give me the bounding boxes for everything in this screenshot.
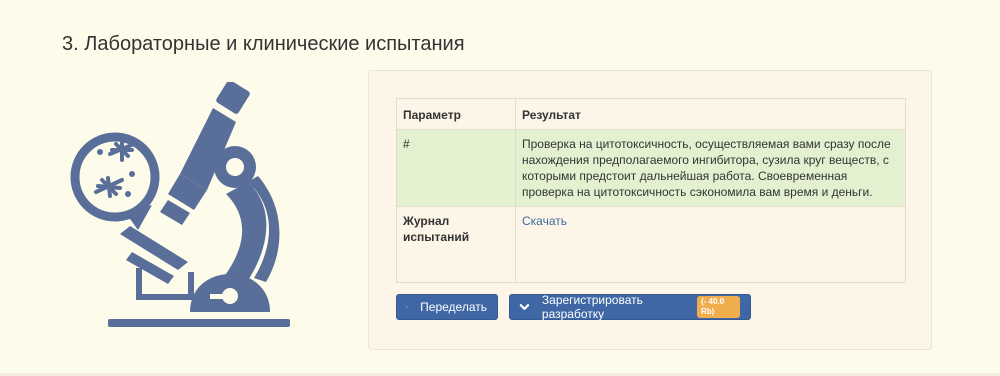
results-panel: Параметр Результат # Проверка на цитоток… — [368, 70, 932, 350]
result-text-cell: Проверка на цитотоксичность, осуществляе… — [515, 129, 906, 207]
table-header-row: Параметр Результат — [396, 98, 906, 130]
results-table: Параметр Результат # Проверка на цитоток… — [396, 98, 906, 283]
microscope-illustration — [70, 80, 300, 337]
chevron-down-icon — [519, 304, 530, 310]
result-param-cell: # — [396, 129, 516, 207]
chevron-up-icon — [406, 306, 409, 308]
journal-link-cell: Скачать — [515, 206, 906, 283]
microscope-icon — [70, 80, 290, 327]
section-title: 3. Лабораторные и клинические испытания — [62, 33, 465, 55]
table-row-result: # Проверка на цитотоксичность, осуществл… — [396, 129, 906, 207]
register-development-button[interactable]: Зарегистрировать разработку (- 40.0 Rb) — [509, 293, 751, 321]
redo-button[interactable]: Переделать — [396, 294, 498, 320]
table-row-journal: Журнал испытаний Скачать — [396, 206, 906, 283]
register-button-label: Зарегистрировать разработку — [541, 293, 643, 321]
redo-button-label: Переделать — [420, 300, 487, 314]
cost-badge: (- 40.0 Rb) — [696, 296, 741, 318]
journal-label-cell: Журнал испытаний — [396, 206, 516, 283]
column-header-result: Результат — [515, 98, 906, 130]
download-link[interactable]: Скачать — [522, 214, 567, 228]
column-header-param: Параметр — [396, 98, 516, 130]
